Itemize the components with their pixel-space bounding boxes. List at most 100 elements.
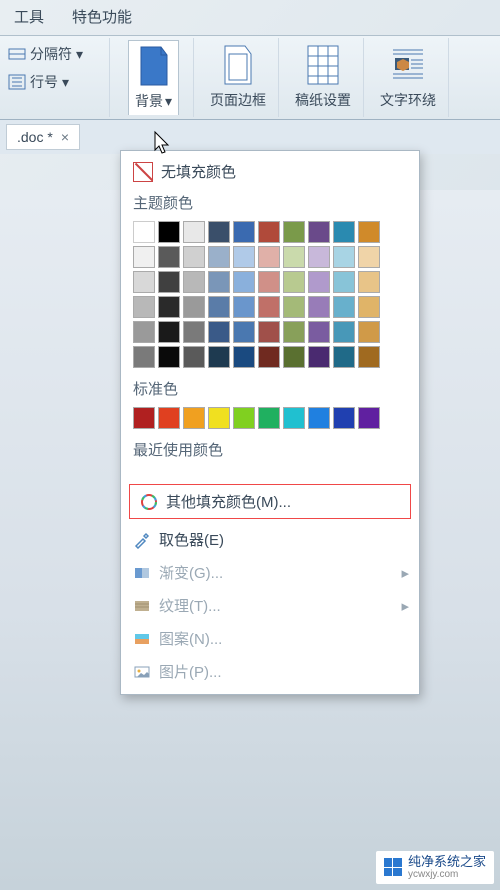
color-swatch[interactable] xyxy=(333,407,355,429)
no-fill-option[interactable]: 无填充颜色 xyxy=(121,155,419,188)
color-swatch[interactable] xyxy=(133,296,155,318)
color-swatch[interactable] xyxy=(333,346,355,368)
color-swatch[interactable] xyxy=(308,346,330,368)
menu-special[interactable]: 特色功能 xyxy=(58,2,146,31)
color-swatch[interactable] xyxy=(233,271,255,293)
color-swatch[interactable] xyxy=(208,296,230,318)
color-swatch[interactable] xyxy=(208,246,230,268)
line-number-button[interactable]: 行号 ▾ xyxy=(6,68,71,96)
paper-setup-button[interactable]: 稿纸设置 xyxy=(289,40,357,114)
document-tab[interactable]: .doc * × xyxy=(6,124,80,150)
color-swatch[interactable] xyxy=(233,296,255,318)
color-swatch[interactable] xyxy=(283,321,305,343)
color-swatch[interactable] xyxy=(358,271,380,293)
color-swatch[interactable] xyxy=(283,296,305,318)
color-swatch[interactable] xyxy=(258,221,280,243)
color-swatch[interactable] xyxy=(333,246,355,268)
color-swatch[interactable] xyxy=(233,407,255,429)
color-swatch[interactable] xyxy=(333,296,355,318)
no-fill-icon xyxy=(133,162,153,182)
picture-icon xyxy=(133,663,151,681)
color-swatch[interactable] xyxy=(158,321,180,343)
color-swatch[interactable] xyxy=(333,271,355,293)
texture-icon xyxy=(133,597,151,615)
color-swatch[interactable] xyxy=(133,321,155,343)
submenu-arrow-icon: ▸ xyxy=(401,597,409,615)
color-swatch[interactable] xyxy=(133,407,155,429)
color-swatch[interactable] xyxy=(233,321,255,343)
color-swatch[interactable] xyxy=(308,296,330,318)
color-swatch[interactable] xyxy=(283,246,305,268)
color-swatch[interactable] xyxy=(208,271,230,293)
grid-paper-icon xyxy=(306,44,340,86)
text-wrap-button[interactable]: 文字环绕 xyxy=(374,40,442,114)
color-swatch[interactable] xyxy=(158,221,180,243)
color-swatch[interactable] xyxy=(258,271,280,293)
color-swatch[interactable] xyxy=(258,296,280,318)
color-swatch[interactable] xyxy=(258,246,280,268)
eyedropper-option[interactable]: 取色器(E) xyxy=(121,523,419,556)
menu-tools[interactable]: 工具 xyxy=(0,2,58,31)
color-swatch[interactable] xyxy=(283,221,305,243)
watermark-logo-icon xyxy=(384,858,402,876)
chevron-down-icon: ▾ xyxy=(76,46,83,63)
color-swatch[interactable] xyxy=(208,221,230,243)
text-wrap-icon xyxy=(391,44,425,86)
color-swatch[interactable] xyxy=(358,346,380,368)
color-swatch[interactable] xyxy=(308,221,330,243)
color-swatch[interactable] xyxy=(358,321,380,343)
tab-label: .doc * xyxy=(17,129,53,145)
color-swatch[interactable] xyxy=(308,271,330,293)
color-swatch[interactable] xyxy=(133,346,155,368)
color-swatch[interactable] xyxy=(358,407,380,429)
color-swatch[interactable] xyxy=(358,221,380,243)
texture-option[interactable]: 纹理(T)... ▸ xyxy=(121,589,419,622)
pattern-option[interactable]: 图案(N)... xyxy=(121,622,419,655)
color-swatch[interactable] xyxy=(158,271,180,293)
tab-close-button[interactable]: × xyxy=(61,129,69,145)
color-swatch[interactable] xyxy=(258,321,280,343)
color-swatch[interactable] xyxy=(283,271,305,293)
color-swatch[interactable] xyxy=(183,407,205,429)
color-swatch[interactable] xyxy=(208,407,230,429)
background-button[interactable]: 背景▾ xyxy=(128,40,179,115)
more-fill-colors-option[interactable]: 其他填充颜色(M)... xyxy=(134,487,406,516)
color-swatch[interactable] xyxy=(358,296,380,318)
watermark-url: ycwxjy.com xyxy=(408,869,486,880)
gradient-option[interactable]: 渐变(G)... ▸ xyxy=(121,556,419,589)
color-swatch[interactable] xyxy=(258,407,280,429)
color-swatch[interactable] xyxy=(158,246,180,268)
color-swatch[interactable] xyxy=(208,346,230,368)
color-swatch[interactable] xyxy=(283,407,305,429)
color-swatch[interactable] xyxy=(308,246,330,268)
color-swatch[interactable] xyxy=(158,346,180,368)
color-swatch[interactable] xyxy=(183,221,205,243)
gradient-icon xyxy=(133,564,151,582)
color-swatch[interactable] xyxy=(158,407,180,429)
color-swatch[interactable] xyxy=(358,246,380,268)
color-swatch[interactable] xyxy=(183,271,205,293)
separator-button[interactable]: 分隔符 ▾ xyxy=(6,40,85,68)
color-swatch[interactable] xyxy=(183,246,205,268)
color-swatch[interactable] xyxy=(258,346,280,368)
color-swatch[interactable] xyxy=(308,321,330,343)
color-swatch[interactable] xyxy=(208,321,230,343)
color-swatch[interactable] xyxy=(233,221,255,243)
page-border-button[interactable]: 页面边框 xyxy=(204,40,272,114)
color-swatch[interactable] xyxy=(183,346,205,368)
color-swatch[interactable] xyxy=(333,321,355,343)
color-swatch[interactable] xyxy=(308,407,330,429)
color-swatch[interactable] xyxy=(183,296,205,318)
color-swatch[interactable] xyxy=(133,246,155,268)
picture-option[interactable]: 图片(P)... xyxy=(121,655,419,688)
color-swatch[interactable] xyxy=(133,221,155,243)
color-swatch[interactable] xyxy=(283,346,305,368)
color-swatch[interactable] xyxy=(183,321,205,343)
color-swatch[interactable] xyxy=(233,346,255,368)
color-swatch[interactable] xyxy=(133,271,155,293)
ribbon: 分隔符 ▾ 行号 ▾ 背景▾ 页面边框 稿纸设置 文字环绕 xyxy=(0,36,500,120)
color-swatch[interactable] xyxy=(333,221,355,243)
color-swatch[interactable] xyxy=(158,296,180,318)
color-swatch[interactable] xyxy=(233,246,255,268)
highlight-more-fill: 其他填充颜色(M)... xyxy=(129,484,411,519)
